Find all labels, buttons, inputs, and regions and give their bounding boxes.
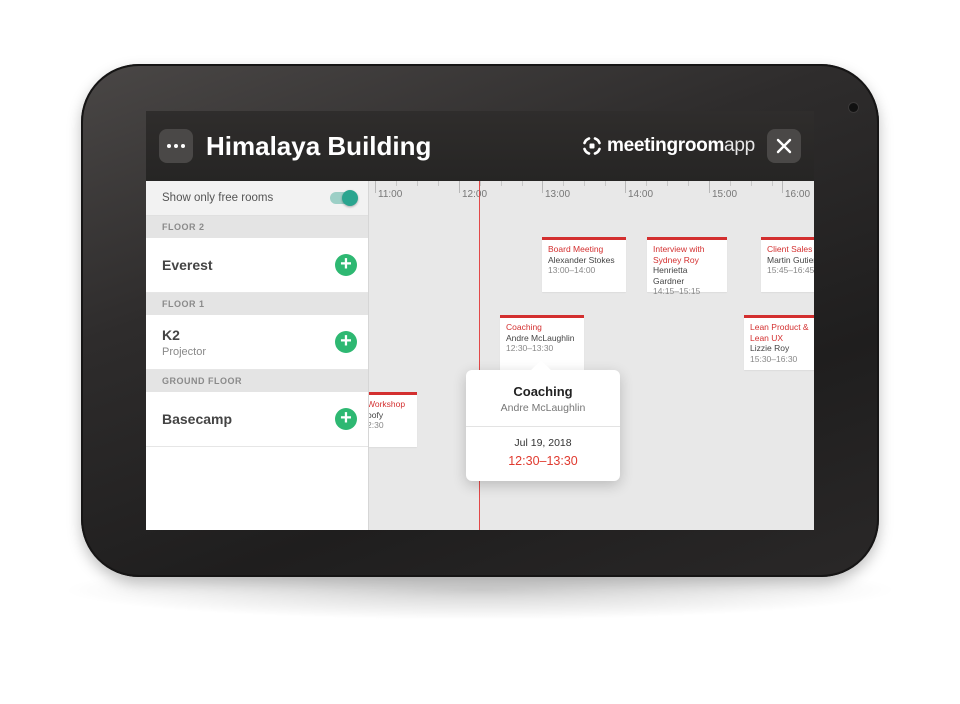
event-time: 15:45–16:45 (767, 265, 814, 275)
brand-name-bold: meetingroom (607, 135, 725, 156)
hour-tick (542, 181, 543, 193)
event-title: Board Meeting (548, 244, 604, 254)
minor-tick (772, 181, 773, 186)
plus-icon: + (340, 253, 352, 275)
room-item-everest[interactable]: Everest + (146, 238, 368, 293)
room-name: Everest (162, 257, 213, 273)
room-name: K2 (162, 327, 180, 343)
hour-label: 16:00 (785, 189, 811, 200)
event-person: Alexander Stokes (548, 254, 615, 265)
minor-tick (396, 181, 397, 186)
minor-tick (667, 181, 668, 186)
close-icon (776, 138, 792, 154)
meetingroom-logo-icon (583, 137, 601, 155)
minor-tick (501, 181, 502, 186)
minor-tick (563, 181, 564, 186)
event-card[interactable]: Interview with Sydney Roy Henrietta Gard… (647, 237, 727, 296)
room-name: Basecamp (162, 411, 233, 427)
room-item-basecamp[interactable]: Basecamp + (146, 392, 368, 447)
event-title: Client Sales (767, 244, 813, 254)
page-title: Himalaya Building (206, 131, 432, 161)
minor-tick (646, 181, 647, 186)
minor-tick (480, 181, 481, 186)
hour-label: 12:00 (462, 189, 488, 200)
dot-icon (181, 144, 185, 148)
event-card[interactable]: Workshop oofy 2:30 (369, 392, 417, 447)
event-title: Interview with Sydney Roy (653, 244, 705, 265)
room-subtitle: Projector (162, 346, 207, 358)
popup-divider (466, 426, 620, 427)
minor-tick (605, 181, 606, 186)
plus-icon: + (340, 330, 352, 352)
hour-tick (459, 181, 460, 193)
hour-label: 11:00 (378, 189, 403, 200)
close-button[interactable] (767, 129, 801, 163)
plus-icon: + (340, 407, 352, 429)
event-time: 12:30–13:30 (506, 343, 554, 353)
event-person: Lizzie Roy (750, 343, 790, 353)
event-time: 13:00–14:00 (548, 265, 596, 275)
minor-tick (688, 181, 689, 186)
popup-title: Coaching (513, 384, 573, 399)
event-person: Henrietta Gardner (653, 265, 688, 286)
event-title: Workshop (369, 399, 406, 409)
event-card[interactable]: Client Sales Martin Gutier 15:45–16:45 (761, 237, 814, 292)
event-detail-popup[interactable]: Coaching Andre McLaughlin Jul 19, 2018 1… (466, 360, 620, 481)
popup-time: 12:30–13:30 (508, 454, 578, 468)
minor-tick (522, 181, 523, 186)
free-rooms-toggle[interactable] (330, 190, 358, 206)
more-menu-button[interactable] (159, 129, 193, 163)
popup-date: Jul 19, 2018 (514, 437, 572, 449)
hour-label: 13:00 (545, 189, 571, 200)
top-bar: Himalaya Building meetingroom app (146, 111, 814, 181)
event-title: Lean Product & Lean UX (750, 322, 809, 343)
add-booking-button[interactable]: + (335, 254, 357, 276)
minor-tick (417, 181, 418, 186)
event-title: Coaching (506, 322, 542, 332)
hour-tick (709, 181, 710, 193)
floor-header: FLOOR 1 (146, 293, 368, 315)
hour-tick (375, 181, 376, 193)
event-card[interactable]: Board Meeting Alexander Stokes 13:00–14:… (542, 237, 626, 292)
hour-tick (625, 181, 626, 193)
event-person: Martin Gutier (767, 254, 814, 265)
event-time: 14:15–15:15 (653, 286, 701, 296)
toggle-knob (342, 190, 358, 206)
add-booking-button[interactable]: + (335, 408, 357, 430)
hour-label: 15:00 (712, 189, 738, 200)
popup-person: Andre McLaughlin (500, 402, 586, 414)
brand-name-light: app (724, 135, 755, 156)
room-item-k2[interactable]: K2 Projector + (146, 315, 368, 370)
minor-tick (751, 181, 752, 186)
screen: Himalaya Building meetingroom app Show on… (146, 111, 814, 530)
add-booking-button[interactable]: + (335, 331, 357, 353)
floor-header: GROUND FLOOR (146, 370, 368, 392)
brand-logo: meetingroom app (582, 133, 755, 159)
floor-header: FLOOR 2 (146, 216, 368, 238)
minor-tick (584, 181, 585, 186)
filter-label: Show only free rooms (162, 192, 274, 204)
minor-tick (730, 181, 731, 186)
hour-tick (782, 181, 783, 193)
event-person: oofy (369, 409, 384, 420)
minor-tick (438, 181, 439, 186)
dot-icon (167, 144, 171, 148)
event-card[interactable]: Lean Product & Lean UX Lizzie Roy 15:30–… (744, 315, 814, 370)
room-sidebar: Show only free rooms FLOOR 2 Everest + F… (146, 181, 369, 530)
event-person: Andre McLaughlin (506, 332, 575, 343)
free-rooms-filter: Show only free rooms (146, 181, 368, 216)
event-time: 15:30–16:30 (750, 353, 798, 364)
event-time: 2:30 (369, 420, 384, 430)
hour-label: 14:00 (628, 189, 654, 200)
camera-icon (849, 103, 858, 112)
dot-icon (174, 144, 178, 148)
